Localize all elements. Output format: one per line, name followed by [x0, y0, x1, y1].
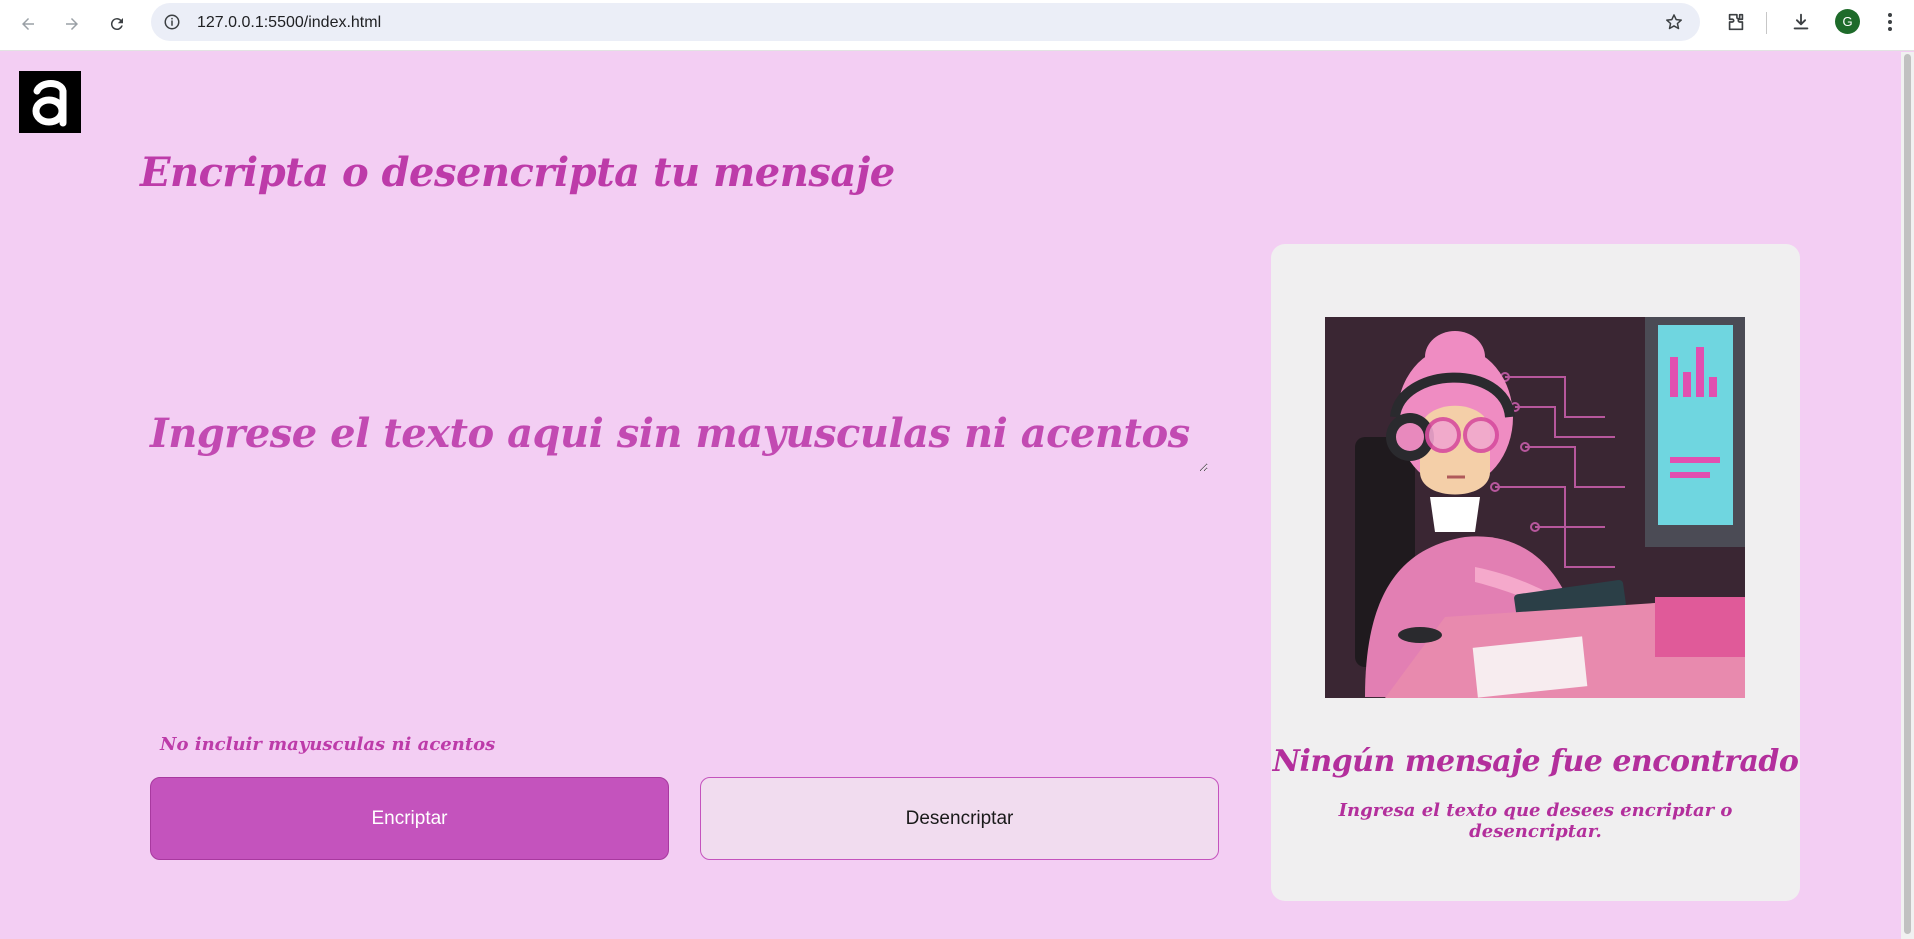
- encrypt-button[interactable]: Encriptar: [150, 777, 669, 860]
- browser-toolbar: 127.0.0.1:5500/index.html G: [0, 0, 1914, 51]
- vertical-scrollbar[interactable]: [1901, 52, 1914, 939]
- bookmark-star-icon[interactable]: [1664, 12, 1684, 32]
- url-text[interactable]: 127.0.0.1:5500/index.html: [197, 14, 381, 32]
- back-arrow-icon: [22, 18, 34, 30]
- illustration-hacker-girl: [1325, 317, 1745, 698]
- forward-button[interactable]: [58, 10, 86, 38]
- empty-state-title: Ningún mensaje fue encontrado: [1272, 744, 1799, 779]
- reload-button[interactable]: [103, 10, 131, 38]
- message-input[interactable]: [148, 402, 1208, 472]
- scrollbar-thumb[interactable]: [1904, 54, 1911, 934]
- page-title: Encripta o desencripta tu mensaje: [140, 149, 895, 196]
- page-content: Encripta o desencripta tu mensaje Ingres…: [0, 52, 1901, 939]
- site-info-icon[interactable]: [163, 13, 181, 31]
- forward-arrow-icon: [66, 18, 78, 30]
- output-panel: Ningún mensaje fue encontrado Ingresa el…: [1271, 244, 1800, 901]
- logo: [19, 71, 81, 133]
- address-bar[interactable]: 127.0.0.1:5500/index.html: [151, 3, 1700, 41]
- toolbar-divider: [1766, 12, 1767, 34]
- decrypt-button[interactable]: Desencriptar: [700, 777, 1219, 860]
- empty-state-subtitle: Ingresa el texto que desees encriptar o …: [1338, 800, 1733, 842]
- extensions-icon[interactable]: [1725, 11, 1747, 33]
- reload-icon: [110, 18, 123, 31]
- more-vert-icon[interactable]: [1880, 10, 1900, 34]
- alura-logo-icon: [32, 80, 67, 127]
- download-icon[interactable]: [1790, 11, 1812, 33]
- back-button[interactable]: [14, 10, 42, 38]
- profile-avatar[interactable]: G: [1835, 9, 1860, 34]
- input-hint: No incluir mayusculas ni acentos: [160, 734, 496, 755]
